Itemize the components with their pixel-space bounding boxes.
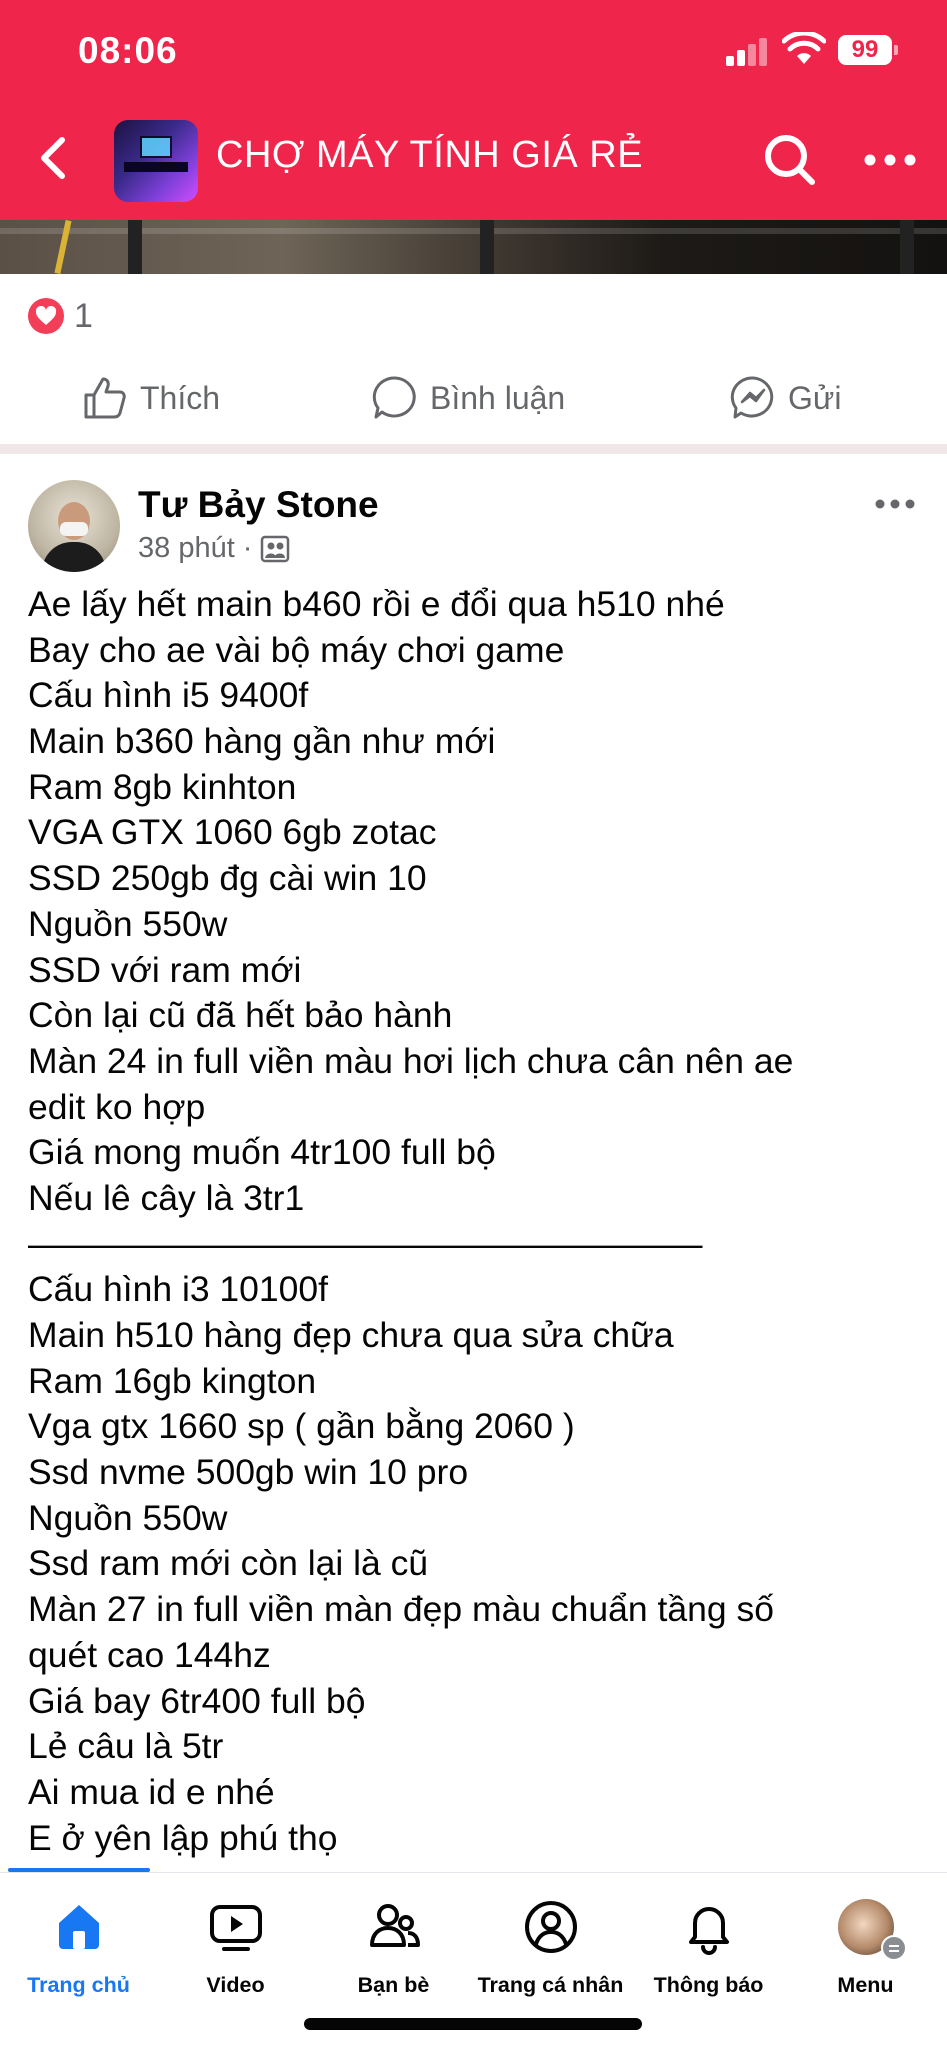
- more-options-icon[interactable]: [862, 146, 918, 174]
- like-label: Thích: [140, 379, 221, 416]
- nav-profile-label: Trang cá nhân: [477, 1973, 624, 1997]
- nav-notifications[interactable]: Thông báo: [630, 1891, 787, 2001]
- thumbs-up-icon: [84, 377, 126, 419]
- post-text-line: Main h510 hàng đẹp chưa qua sửa chữa: [28, 1315, 674, 1355]
- nav-home-label: Trang chủ: [27, 1973, 130, 1997]
- send-button[interactable]: Gửi: [730, 362, 841, 434]
- group-title[interactable]: CHỢ MÁY TÍNH GIÁ RẺ: [216, 134, 643, 177]
- search-icon[interactable]: [760, 130, 820, 190]
- author-avatar[interactable]: [28, 480, 120, 572]
- post-text-line: Ram 8gb kinhton: [28, 766, 297, 807]
- post-text-line: Giá mong muốn 4tr100 full bộ: [28, 1132, 496, 1173]
- cellular-signal-icon: [726, 38, 770, 66]
- home-icon: [58, 1905, 99, 1949]
- comment-icon: [372, 376, 416, 419]
- post-text-line: VGA GTX 1060 6gb zotac: [28, 812, 437, 853]
- menu-icon: [881, 1935, 907, 1961]
- friends-icon: [369, 1904, 420, 1947]
- wifi-icon: [782, 32, 826, 64]
- post-text-line: Ai mua id e nhé: [28, 1771, 275, 1812]
- post-text-line: Nguồn 550w: [28, 903, 228, 944]
- post-action-bar: Thích Bình luận Gửi: [0, 362, 947, 434]
- meta-separator: ·: [242, 532, 253, 564]
- post-text-line: Còn lại cũ đã hết bảo hành: [28, 995, 453, 1036]
- post-text-line: Main b360 hàng gần như mới: [28, 721, 496, 762]
- home-indicator: [304, 2018, 642, 2030]
- post-text-line: SSD với ram mới: [28, 949, 302, 990]
- love-reaction-icon: [28, 298, 64, 334]
- nav-profile[interactable]: Trang cá nhân: [472, 1891, 629, 2001]
- video-icon: [209, 1905, 262, 1951]
- post-text-line: Lẻ câu là 5tr: [28, 1726, 224, 1767]
- post-text-line: Cấu hình i5 9400f: [28, 675, 309, 716]
- battery-level: 99: [838, 35, 892, 65]
- nav-video-label: Video: [206, 1973, 265, 1997]
- post-text-line: Vga gtx 1660 sp ( gần bằng 2060 ): [28, 1406, 575, 1447]
- post-divider: [0, 444, 947, 454]
- send-label: Gửi: [788, 379, 842, 416]
- group-members-privacy-icon: [261, 535, 290, 562]
- post-body: Ae lấy hết main b460 rồi e đổi qua h510 …: [28, 582, 928, 1861]
- nav-notifications-label: Thông báo: [653, 1973, 764, 1997]
- like-button[interactable]: Thích: [82, 362, 220, 434]
- nav-video[interactable]: Video: [157, 1891, 314, 2001]
- post-text-line: quét cao 144hz: [28, 1634, 271, 1675]
- post-text-line: edit ko hợp: [28, 1086, 206, 1127]
- post-text-line: Nếu lê cây là 3tr1: [28, 1177, 305, 1218]
- post-text-line: Ssd ram mới còn lại là cũ: [28, 1543, 429, 1584]
- post-text-line: Cấu hình i3 10100f: [28, 1269, 329, 1310]
- group-header: 08:06 99 CHỢ MÁY TÍNH GIÁ RẺ: [0, 0, 947, 220]
- post-time[interactable]: 38 phút: [138, 532, 235, 565]
- comment-label: Bình luận: [430, 379, 566, 416]
- post-text-line: Màn 24 in full viền màu hơi lịch chưa câ…: [28, 1040, 794, 1081]
- post-text-line: SSD 250gb đg cài win 10: [28, 858, 427, 899]
- nav-menu[interactable]: Menu: [787, 1891, 944, 2001]
- post-text-line: Giá bay 6tr400 full bộ: [28, 1680, 366, 1721]
- post-text-line: ———————————————————: [28, 1223, 703, 1264]
- author-name[interactable]: Tư Bảy Stone: [138, 484, 379, 526]
- post-text-line: Màn 27 in full viền màn đẹp màu chuẩn tầ…: [28, 1589, 774, 1630]
- bell-icon: [688, 1907, 729, 1955]
- post-text-line: Ssd nvme 500gb win 10 pro: [28, 1452, 469, 1493]
- nav-menu-label: Menu: [837, 1973, 894, 1997]
- profile-icon: [524, 1901, 577, 1953]
- battery-icon: 99: [838, 35, 898, 65]
- comment-button[interactable]: Bình luận: [372, 362, 565, 434]
- post-text-line: Ae lấy hết main b460 rồi e đổi qua h510 …: [28, 584, 725, 624]
- post-meta: 38 phút ·: [138, 532, 290, 565]
- post-text-line: Nguồn 550w: [28, 1497, 228, 1538]
- reaction-count: 1: [74, 296, 93, 335]
- group-avatar[interactable]: [114, 120, 198, 202]
- back-arrow-icon[interactable]: [30, 128, 76, 188]
- messenger-icon: [730, 376, 774, 419]
- reaction-summary[interactable]: 1: [28, 296, 93, 336]
- nav-friends[interactable]: Bạn bè: [315, 1891, 472, 2001]
- nav-home[interactable]: Trang chủ: [0, 1891, 157, 2001]
- post-text-line: Bay cho ae vài bộ máy chơi game: [28, 629, 565, 670]
- post-text-line: Ram 16gb kington: [28, 1360, 317, 1401]
- post-options-icon[interactable]: [874, 498, 916, 510]
- status-time: 08:06: [78, 30, 178, 71]
- nav-friends-label: Bạn bè: [357, 1973, 430, 1997]
- previous-post-photo[interactable]: [0, 220, 947, 274]
- post-text-line: E ở yên lập phú thọ: [28, 1817, 338, 1858]
